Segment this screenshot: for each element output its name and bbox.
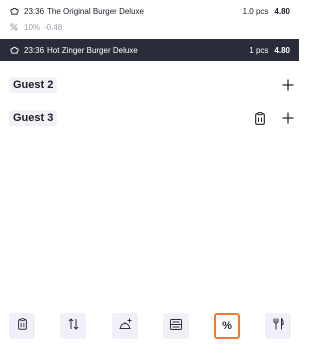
discount-row: 10% -0.48 <box>0 19 299 35</box>
item-qty: 1.0 pcs <box>242 6 269 16</box>
add-icon[interactable] <box>281 111 295 125</box>
guest-section-3: Guest 3 <box>9 109 295 127</box>
item-price: 4.80 <box>274 45 290 55</box>
discount-button[interactable]: % <box>214 313 240 339</box>
guest-section-2: Guest 2 <box>9 76 295 94</box>
split-icon <box>170 317 182 335</box>
item-price: 4.80 <box>274 6 290 16</box>
cutlery-button[interactable] <box>265 313 291 339</box>
chef-hat-icon <box>9 6 19 16</box>
add-icon[interactable] <box>281 78 295 92</box>
split-button[interactable] <box>163 313 189 339</box>
discount-percent: 10% <box>24 22 41 32</box>
item-qty: 1 pcs <box>249 45 269 55</box>
cloche-add-icon <box>119 317 132 335</box>
cutlery-icon <box>273 317 284 335</box>
item-time: 23:36 <box>24 6 45 16</box>
percent-icon <box>9 22 19 32</box>
chef-hat-icon <box>9 45 19 55</box>
delete-button[interactable] <box>9 313 35 339</box>
discount-amount: -0.48 <box>44 22 63 32</box>
guest-label[interactable]: Guest 3 <box>9 110 58 126</box>
order-item-row[interactable]: 23:36 The Original Burger Deluxe 1.0 pcs… <box>0 3 299 19</box>
guest-label[interactable]: Guest 2 <box>9 77 58 93</box>
order-item-row-selected[interactable]: 23:36 Hot Zinger Burger Deluxe 1 pcs 4.8… <box>0 39 299 61</box>
clipboard-icon[interactable] <box>253 111 267 125</box>
sort-button[interactable] <box>60 313 86 339</box>
add-course-button[interactable] <box>112 313 138 339</box>
item-time: 23:36 <box>24 45 45 55</box>
item-name: The Original Burger Deluxe <box>47 6 144 16</box>
clipboard-icon <box>17 317 27 335</box>
item-name: Hot Zinger Burger Deluxe <box>47 45 138 55</box>
percent-icon: % <box>222 320 232 332</box>
sort-arrows-icon <box>68 317 79 335</box>
bottom-toolbar: % <box>0 313 299 339</box>
